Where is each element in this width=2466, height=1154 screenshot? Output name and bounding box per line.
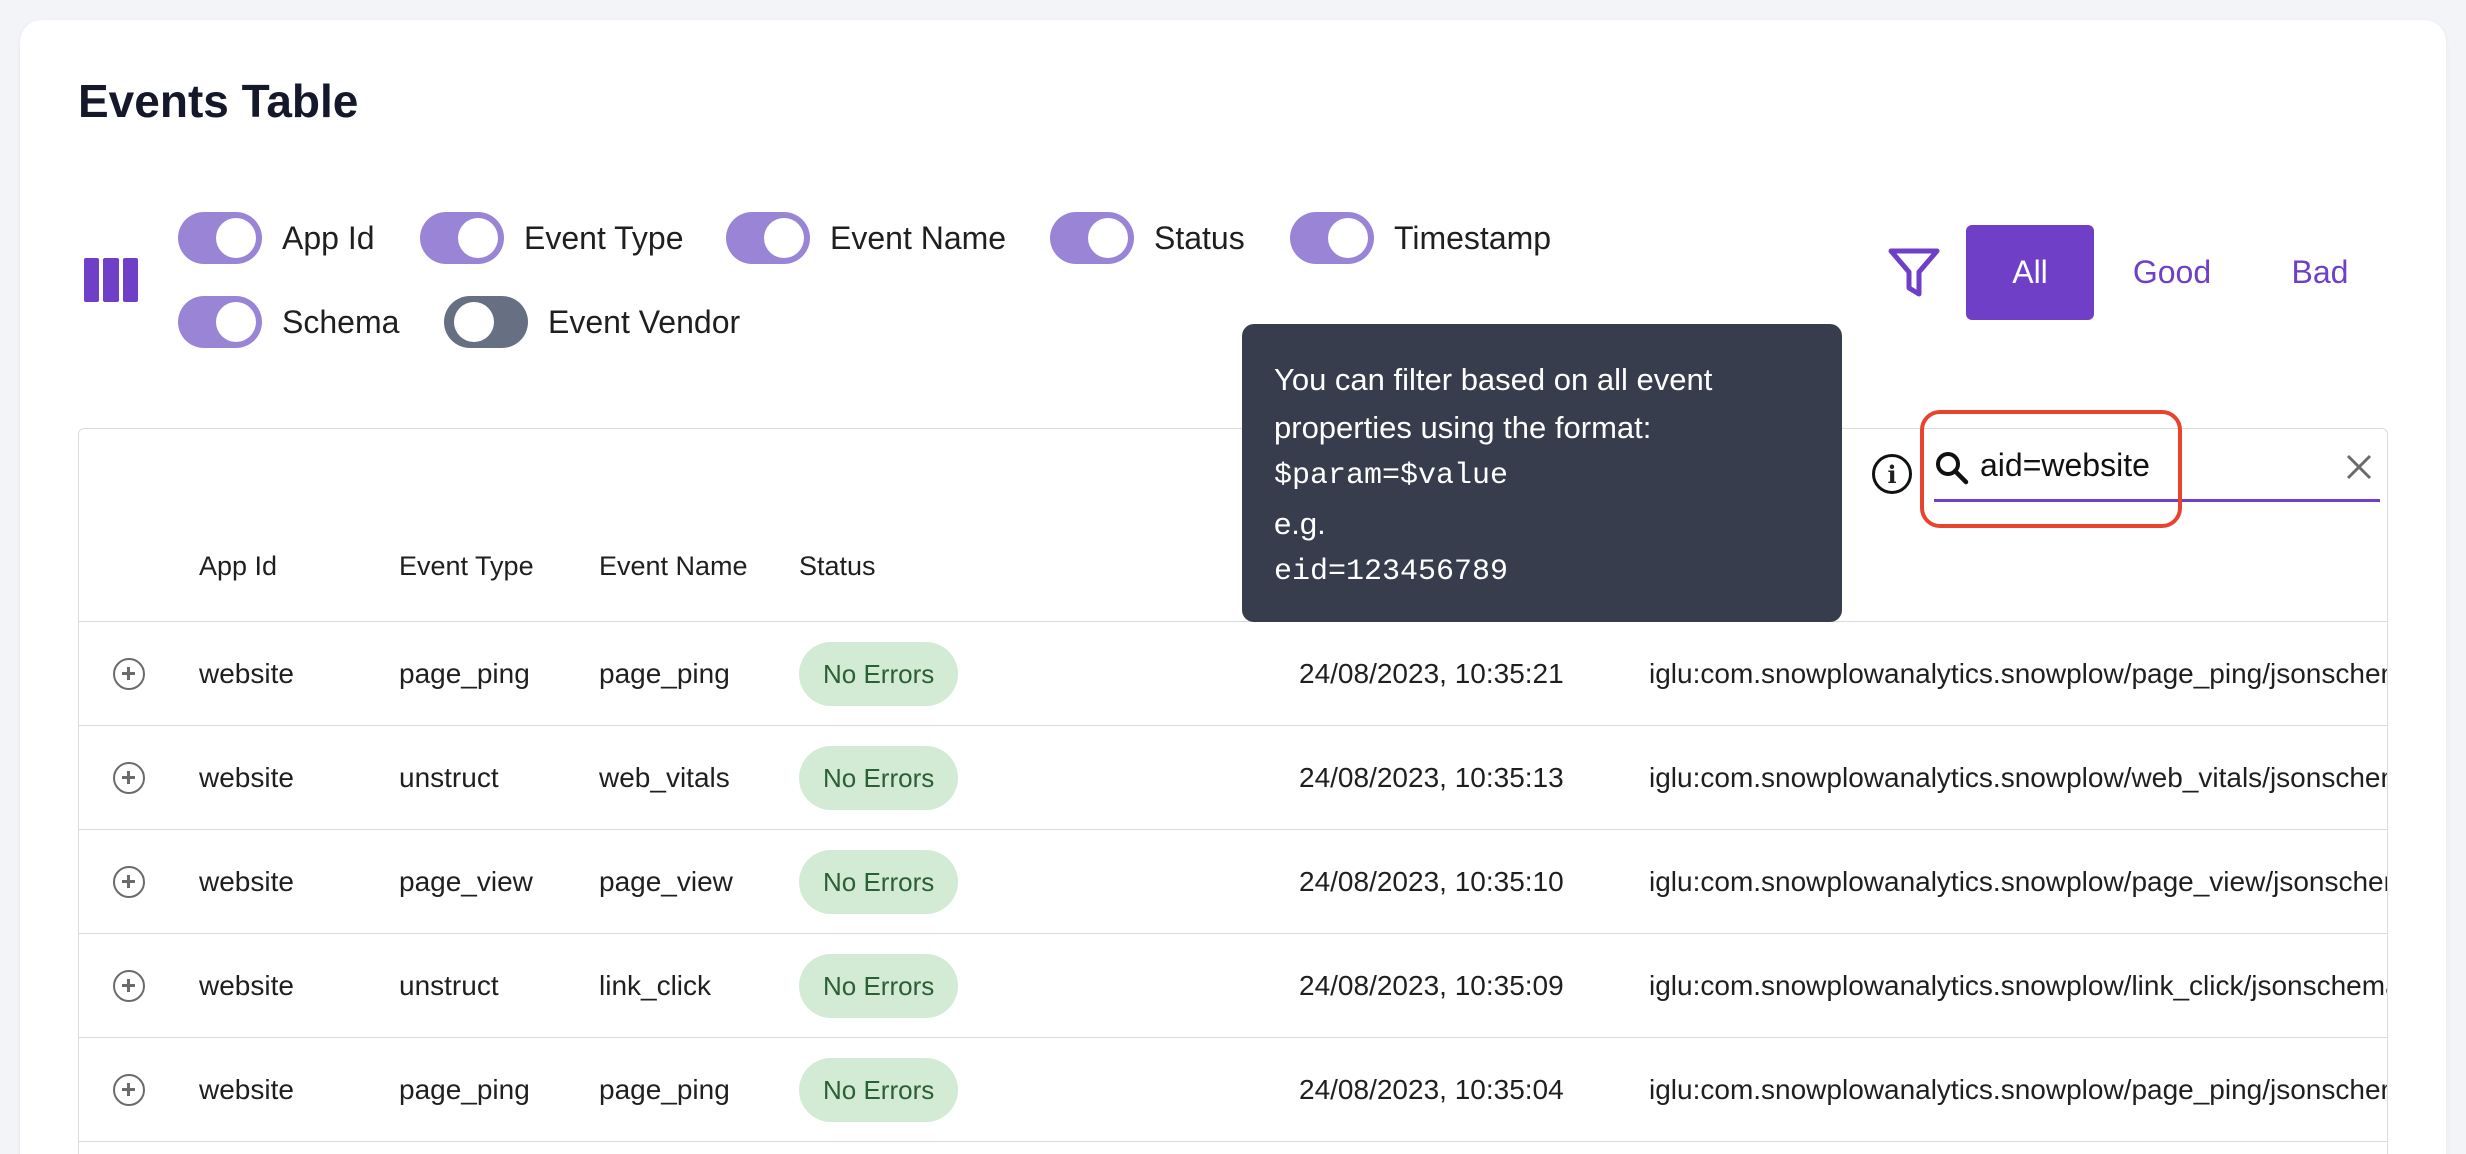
toggle-label: Event Vendor — [548, 303, 741, 340]
cell-event-type: page_ping — [399, 1074, 530, 1105]
table-row[interactable]: website unstruct link_click No Errors 24… — [79, 934, 2387, 1038]
toggle-event-type[interactable]: Event Type — [420, 212, 684, 264]
toggle-label: Event Type — [524, 219, 684, 256]
search-field[interactable] — [1934, 430, 2380, 502]
toggle-switch[interactable] — [178, 212, 262, 264]
column-header-status[interactable]: Status — [799, 551, 876, 582]
toggle-event-vendor[interactable]: Event Vendor — [444, 296, 740, 348]
tooltip-format: $param=$value — [1274, 459, 1509, 493]
filter-icon[interactable] — [1888, 248, 1940, 298]
cell-status: No Errors — [799, 1038, 959, 1142]
status-badge: No Errors — [799, 954, 959, 1018]
search-icon — [1936, 452, 1969, 485]
info-icon[interactable]: i — [1872, 454, 1912, 494]
filter-all-button[interactable]: All — [1966, 225, 2094, 320]
table-row[interactable]: website unstruct web_vitals No Errors 24… — [79, 726, 2387, 830]
expand-row-icon[interactable] — [113, 658, 145, 690]
cell-event-type: unstruct — [399, 970, 499, 1001]
toggle-switch[interactable] — [1050, 212, 1134, 264]
close-icon[interactable] — [2344, 452, 2374, 482]
toggle-label: App Id — [282, 219, 375, 256]
column-header-app-id[interactable]: App Id — [199, 551, 277, 582]
toggle-switch[interactable] — [726, 212, 810, 264]
cell-schema: iglu:com.snowplowanalytics.snowplow/page… — [1649, 866, 2387, 897]
toggle-app-id[interactable]: App Id — [178, 212, 375, 264]
cell-schema: iglu:com.snowplowanalytics.snowplow/page… — [1649, 1074, 2387, 1105]
toggle-event-name[interactable]: Event Name — [726, 212, 1006, 264]
toggle-label: Status — [1154, 219, 1245, 256]
cell-schema: iglu:com.snowplowanalytics.snowplow/link… — [1649, 970, 2387, 1001]
toggle-switch[interactable] — [178, 296, 262, 348]
status-badge: No Errors — [799, 642, 959, 706]
cell-app-id: website — [199, 762, 294, 793]
cell-status: No Errors — [799, 726, 959, 830]
expand-row-icon[interactable] — [113, 762, 145, 794]
cell-event-name: page_ping — [599, 658, 730, 689]
status-badge: No Errors — [799, 850, 959, 914]
toggle-label: Schema — [282, 303, 400, 340]
cell-event-name: link_click — [599, 970, 712, 1001]
toggle-schema[interactable]: Schema — [178, 296, 399, 348]
tooltip-example: eid=123456789 — [1274, 555, 1509, 589]
search-input[interactable] — [1980, 442, 2320, 488]
cell-timestamp: 24/08/2023, 10:35:13 — [1299, 762, 1564, 793]
toggle-label: Event Name — [830, 219, 1007, 256]
events-table: App Id Event Type Event Name Status webs… — [78, 428, 2388, 1154]
cell-event-type: page_view — [399, 866, 533, 897]
cell-timestamp: 24/08/2023, 10:35:10 — [1299, 866, 1564, 897]
cell-event-name: page_ping — [599, 1074, 730, 1105]
table-row[interactable]: website page_ping page_ping No Errors 24… — [79, 1038, 2387, 1142]
cell-app-id: website — [199, 658, 294, 689]
toggle-timestamp[interactable]: Timestamp — [1290, 212, 1551, 264]
cell-app-id: website — [199, 970, 294, 1001]
tooltip-line: properties using the format: — [1274, 410, 1652, 445]
cell-app-id: website — [199, 866, 294, 897]
cell-event-name: web_vitals — [599, 762, 730, 793]
cell-status: No Errors — [799, 622, 959, 726]
expand-row-icon[interactable] — [113, 866, 145, 898]
cell-event-type: page_ping — [399, 658, 530, 689]
cell-timestamp: 24/08/2023, 10:35:04 — [1299, 1074, 1564, 1105]
cell-event-type: unstruct — [399, 762, 499, 793]
cell-timestamp: 24/08/2023, 10:35:21 — [1299, 658, 1564, 689]
column-header-event-name[interactable]: Event Name — [599, 551, 748, 582]
columns-icon[interactable] — [84, 258, 138, 302]
column-header-event-type[interactable]: Event Type — [399, 551, 534, 582]
filter-bad-button[interactable]: Bad — [2256, 225, 2384, 320]
toggle-status[interactable]: Status — [1050, 212, 1245, 264]
table-row[interactable]: website page_view page_view No Errors 24… — [79, 830, 2387, 934]
expand-row-icon[interactable] — [113, 1074, 145, 1106]
toggle-switch[interactable] — [1290, 212, 1374, 264]
table-row[interactable]: website page_ping page_ping No Errors 24… — [79, 622, 2387, 726]
cell-status: No Errors — [799, 830, 959, 934]
cell-event-name: page_view — [599, 866, 733, 897]
toggle-switch[interactable] — [420, 212, 504, 264]
toggle-switch[interactable] — [444, 296, 528, 348]
tooltip-line: You can filter based on all event — [1274, 362, 1713, 397]
cell-timestamp: 24/08/2023, 10:35:09 — [1299, 970, 1564, 1001]
cell-schema: iglu:com.snowplowanalytics.snowplow/page… — [1649, 658, 2387, 689]
page-title: Events Table — [78, 75, 359, 127]
cell-schema: iglu:com.snowplowanalytics.snowplow/web_… — [1649, 762, 2387, 793]
filter-good-button[interactable]: Good — [2108, 225, 2236, 320]
tooltip-line: e.g. — [1274, 506, 1326, 541]
status-badge: No Errors — [799, 1058, 959, 1122]
search-tooltip: You can filter based on all event proper… — [1242, 324, 1842, 622]
status-badge: No Errors — [799, 746, 959, 810]
expand-row-icon[interactable] — [113, 970, 145, 1002]
cell-status: No Errors — [799, 934, 959, 1038]
toggle-label: Timestamp — [1394, 219, 1552, 256]
cell-app-id: website — [199, 1074, 294, 1105]
